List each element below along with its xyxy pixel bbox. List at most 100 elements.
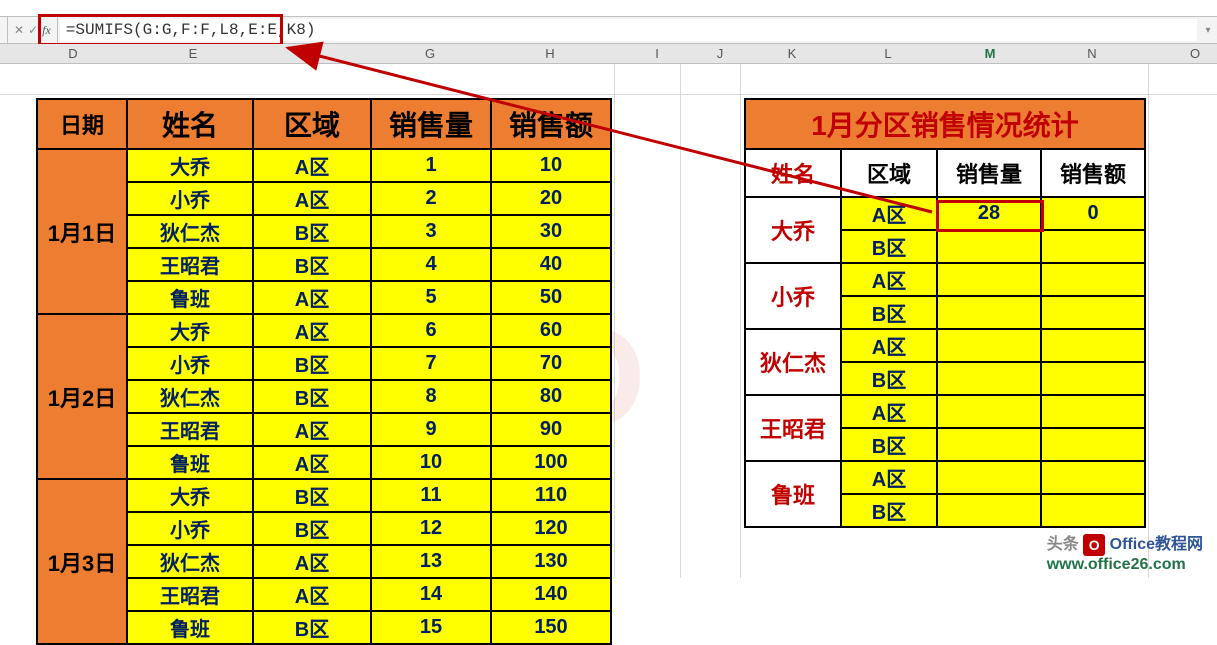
qty-cell[interactable]: 12: [371, 512, 491, 545]
area-cell[interactable]: A区: [253, 281, 371, 314]
area-cell[interactable]: A区: [841, 329, 937, 362]
area-cell[interactable]: A区: [253, 578, 371, 611]
amt-cell[interactable]: 90: [491, 413, 611, 446]
amt-cell[interactable]: 40: [491, 248, 611, 281]
name-cell[interactable]: 鲁班: [127, 611, 253, 644]
area-cell[interactable]: B区: [253, 380, 371, 413]
area-cell[interactable]: B区: [841, 362, 937, 395]
area-cell[interactable]: B区: [253, 215, 371, 248]
area-cell[interactable]: A区: [841, 461, 937, 494]
name-box[interactable]: [0, 17, 8, 43]
col-O[interactable]: O: [1185, 46, 1205, 61]
area-cell[interactable]: A区: [253, 314, 371, 347]
amt-cell[interactable]: [1041, 428, 1145, 461]
date-cell[interactable]: 1月1日: [37, 149, 127, 314]
amt-cell[interactable]: 150: [491, 611, 611, 644]
area-cell[interactable]: B区: [841, 296, 937, 329]
qty-cell[interactable]: 5: [371, 281, 491, 314]
qty-cell[interactable]: 14: [371, 578, 491, 611]
amt-cell[interactable]: [1041, 494, 1145, 527]
name-cell[interactable]: 大乔: [127, 149, 253, 182]
qty-cell[interactable]: 1: [371, 149, 491, 182]
qty-cell[interactable]: 28: [937, 197, 1041, 230]
amt-cell[interactable]: 110: [491, 479, 611, 512]
amt-cell[interactable]: [1041, 461, 1145, 494]
amt-cell[interactable]: 130: [491, 545, 611, 578]
name-cell[interactable]: 狄仁杰: [127, 380, 253, 413]
col-N[interactable]: N: [1082, 46, 1102, 61]
qty-cell[interactable]: 7: [371, 347, 491, 380]
formula-input[interactable]: =SUMIFS(G:G,F:F,L8,E:E,K8): [60, 19, 1197, 41]
amt-cell[interactable]: [1041, 395, 1145, 428]
area-cell[interactable]: A区: [253, 413, 371, 446]
area-cell[interactable]: B区: [253, 248, 371, 281]
amt-cell[interactable]: 30: [491, 215, 611, 248]
amt-cell[interactable]: 80: [491, 380, 611, 413]
qty-cell[interactable]: [937, 494, 1041, 527]
area-cell[interactable]: B区: [253, 479, 371, 512]
area-cell[interactable]: B区: [841, 428, 937, 461]
qty-cell[interactable]: 11: [371, 479, 491, 512]
name-cell[interactable]: 王昭君: [127, 248, 253, 281]
col-M[interactable]: M: [980, 46, 1000, 61]
name-cell[interactable]: 小乔: [745, 263, 841, 329]
area-cell[interactable]: B区: [253, 347, 371, 380]
amt-cell[interactable]: [1041, 230, 1145, 263]
name-cell[interactable]: 王昭君: [745, 395, 841, 461]
amt-cell[interactable]: 140: [491, 578, 611, 611]
qty-cell[interactable]: [937, 428, 1041, 461]
name-cell[interactable]: 王昭君: [127, 413, 253, 446]
col-G[interactable]: G: [420, 46, 440, 61]
area-cell[interactable]: B区: [841, 494, 937, 527]
qty-cell[interactable]: 8: [371, 380, 491, 413]
area-cell[interactable]: A区: [841, 197, 937, 230]
qty-cell[interactable]: [937, 230, 1041, 263]
qty-cell[interactable]: 10: [371, 446, 491, 479]
area-cell[interactable]: A区: [253, 149, 371, 182]
date-cell[interactable]: 1月2日: [37, 314, 127, 479]
qty-cell[interactable]: [937, 296, 1041, 329]
amt-cell[interactable]: [1041, 263, 1145, 296]
amt-cell[interactable]: 10: [491, 149, 611, 182]
name-cell[interactable]: 鲁班: [745, 461, 841, 527]
area-cell[interactable]: A区: [253, 182, 371, 215]
name-cell[interactable]: 小乔: [127, 182, 253, 215]
amt-cell[interactable]: [1041, 329, 1145, 362]
amt-cell[interactable]: 0: [1041, 197, 1145, 230]
expand-formula-icon[interactable]: ▾: [1199, 25, 1217, 36]
amt-cell[interactable]: 50: [491, 281, 611, 314]
qty-cell[interactable]: [937, 263, 1041, 296]
worksheet-area[interactable]: 楠GO GO 日期 姓名 区域 销售量 销售额 1月1日大乔A区110小乔A区2…: [0, 64, 1217, 578]
qty-cell[interactable]: 13: [371, 545, 491, 578]
area-cell[interactable]: B区: [253, 611, 371, 644]
qty-cell[interactable]: [937, 395, 1041, 428]
fx-icon[interactable]: fx: [42, 23, 51, 38]
amt-cell[interactable]: [1041, 296, 1145, 329]
name-cell[interactable]: 小乔: [127, 347, 253, 380]
name-cell[interactable]: 鲁班: [127, 281, 253, 314]
qty-cell[interactable]: 3: [371, 215, 491, 248]
name-cell[interactable]: 大乔: [745, 197, 841, 263]
qty-cell[interactable]: 6: [371, 314, 491, 347]
col-J[interactable]: J: [710, 46, 730, 61]
area-cell[interactable]: B区: [253, 512, 371, 545]
area-cell[interactable]: A区: [841, 395, 937, 428]
cancel-icon[interactable]: ✕: [14, 23, 24, 37]
name-cell[interactable]: 大乔: [127, 479, 253, 512]
amt-cell[interactable]: [1041, 362, 1145, 395]
area-cell[interactable]: A区: [253, 545, 371, 578]
amt-cell[interactable]: 120: [491, 512, 611, 545]
col-D[interactable]: D: [63, 46, 83, 61]
col-H[interactable]: H: [540, 46, 560, 61]
name-cell[interactable]: 狄仁杰: [127, 215, 253, 248]
qty-cell[interactable]: 2: [371, 182, 491, 215]
qty-cell[interactable]: 4: [371, 248, 491, 281]
amt-cell[interactable]: 60: [491, 314, 611, 347]
name-cell[interactable]: 狄仁杰: [745, 329, 841, 395]
name-cell[interactable]: 小乔: [127, 512, 253, 545]
amt-cell[interactable]: 70: [491, 347, 611, 380]
qty-cell[interactable]: [937, 362, 1041, 395]
col-I[interactable]: I: [647, 46, 667, 61]
area-cell[interactable]: A区: [841, 263, 937, 296]
area-cell[interactable]: B区: [841, 230, 937, 263]
